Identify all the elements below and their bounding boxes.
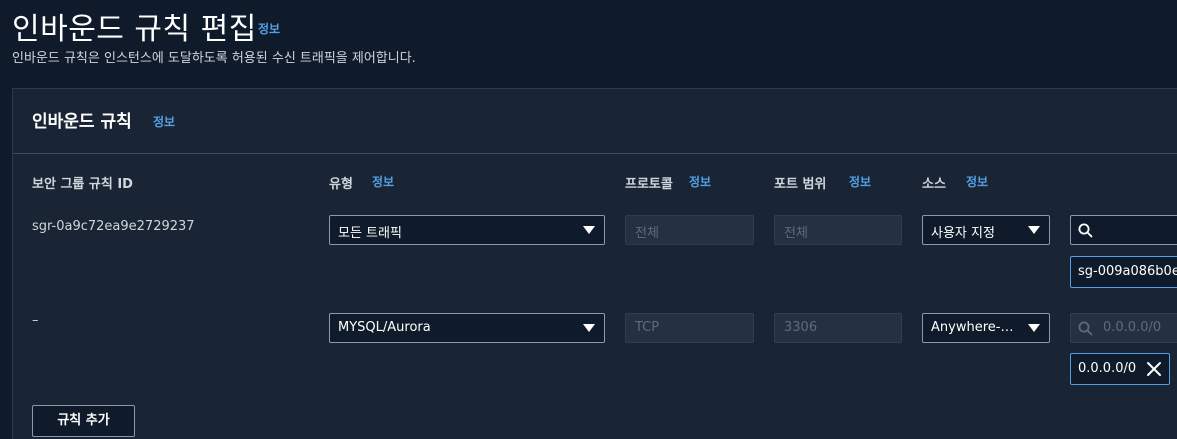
protocol-value: 전체 [635,226,659,241]
column-header-protocol: 프로토콜 [625,177,673,192]
type-select[interactable]: 모든 트래픽 [329,215,605,245]
protocol-info-link[interactable]: 정보 [689,173,711,190]
column-header-port-range: 포트 범위 [774,177,827,192]
protocol-field: TCP [625,313,754,343]
source-search-input[interactable]: 0.0.0.0/0 [1070,313,1177,343]
close-icon[interactable] [1145,360,1163,378]
page-title: 인바운드 규칙 편집 [12,12,257,47]
search-icon [1078,321,1093,336]
source-type-value: 사용자 지정 [931,226,995,241]
caret-down-icon [1028,226,1040,234]
page-info-link[interactable]: 정보 [258,20,280,37]
port-range-field: 3306 [774,313,902,343]
source-token-label: sg-009a086b0e [1078,264,1177,279]
panel-title: 인바운드 규칙 [32,112,132,132]
source-token[interactable]: sg-009a086b0e [1070,256,1177,288]
type-info-link[interactable]: 정보 [372,173,394,190]
source-type-select[interactable]: 사용자 지정 [922,215,1050,245]
column-header-type: 유형 [329,177,353,192]
type-select-value: MYSQL/Aurora [338,320,431,335]
source-token: 0.0.0.0/0 [1070,353,1170,385]
source-search-placeholder: 0.0.0.0/0 [1103,320,1162,335]
rule-id: sgr-0a9c72ea9e2729237 [32,219,195,234]
protocol-field: 전체 [625,215,754,245]
search-icon [1078,223,1093,238]
edit-inbound-rules-page: 인바운드 규칙 편집 정보 인바운드 규칙은 인스턴스에 도달하도록 허용된 수… [0,0,1177,439]
port-range-value: 3306 [784,320,818,335]
source-type-value: Anywhere-… [931,320,1014,335]
type-select[interactable]: MYSQL/Aurora [329,313,605,343]
source-token-label: 0.0.0.0/0 [1078,361,1137,376]
port-range-field: 전체 [774,215,902,245]
page-description: 인바운드 규칙은 인스턴스에 도달하도록 허용된 수신 트래픽을 제어합니다. [12,51,416,66]
source-search-input[interactable] [1070,215,1177,245]
port-range-value: 전체 [784,226,808,241]
caret-down-icon [1028,324,1040,332]
panel-info-link[interactable]: 정보 [153,113,175,130]
inbound-rules-panel: 인바운드 규칙 정보 보안 그룹 규칙 ID 유형 정보 프로토콜 정보 포트 … [12,88,1177,439]
source-info-link[interactable]: 정보 [966,173,988,190]
protocol-value: TCP [635,320,660,335]
rule-id: – [32,313,39,328]
port-range-info-link[interactable]: 정보 [849,173,871,190]
panel-header: 인바운드 규칙 정보 [13,89,1177,154]
type-select-value: 모든 트래픽 [338,226,402,241]
caret-down-icon [583,324,595,332]
caret-down-icon [583,226,595,234]
source-type-select[interactable]: Anywhere-… [922,313,1050,343]
column-header-rule-id: 보안 그룹 규칙 ID [32,177,133,192]
add-rule-button[interactable]: 규칙 추가 [32,405,135,437]
column-header-source: 소스 [922,177,946,192]
